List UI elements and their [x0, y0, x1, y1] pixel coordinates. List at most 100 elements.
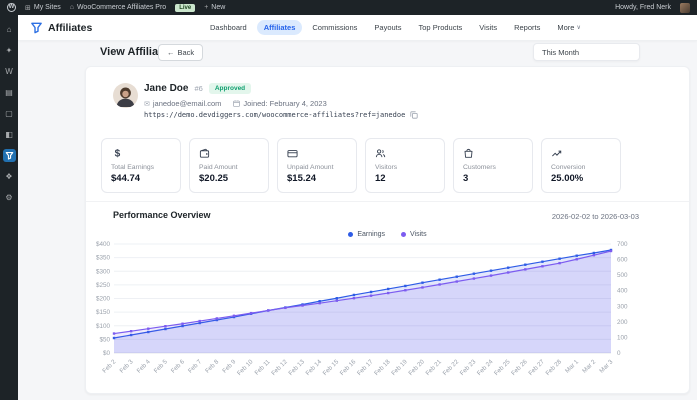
- media-icon[interactable]: ▤: [3, 86, 16, 99]
- svg-text:$300: $300: [96, 268, 111, 275]
- tab-label: More: [557, 23, 574, 32]
- credit-card-icon: [287, 146, 347, 159]
- legend-dot: [348, 232, 353, 237]
- performance-chart[interactable]: $0$50$100$150$200$250$300$350$4000100200…: [94, 241, 679, 391]
- main-nav: Dashboard Affiliates CommissionsPayouts Top…: [203, 20, 588, 35]
- svg-text:Feb 5: Feb 5: [153, 358, 170, 375]
- tab-reports[interactable]: Reports: [507, 20, 547, 35]
- email-item: ✉ janedoe@email.com: [144, 99, 221, 108]
- svg-text:200: 200: [617, 319, 628, 326]
- tab-affiliates[interactable]: Affiliates: [257, 20, 303, 35]
- svg-text:Feb 22: Feb 22: [442, 358, 461, 377]
- svg-text:Mar 2: Mar 2: [581, 358, 598, 375]
- screen: W ⊞ My Sites ⌂ WooCommerce Affiliates Pr…: [0, 0, 697, 400]
- plugins-icon[interactable]: ❖: [3, 170, 16, 183]
- chart-legend: Earnings Visits: [86, 231, 689, 238]
- howdy-menu[interactable]: Howdy, Fred Nerk: [615, 4, 671, 11]
- plugin-header: Affiliates Dashboard Affiliates Commission…: [18, 15, 697, 41]
- svg-text:Feb 6: Feb 6: [170, 358, 187, 375]
- svg-text:$400: $400: [96, 241, 111, 248]
- period-select[interactable]: This Month: [533, 43, 640, 61]
- svg-text:500: 500: [617, 272, 628, 279]
- stat-card-customers: Customers 3: [453, 138, 533, 193]
- svg-text:Feb 21: Feb 21: [424, 358, 443, 377]
- svg-text:$350: $350: [96, 255, 111, 262]
- svg-text:Feb 17: Feb 17: [356, 358, 375, 377]
- copy-icon[interactable]: [410, 111, 418, 119]
- svg-text:Feb 15: Feb 15: [322, 358, 341, 377]
- stat-card-paid-amount: Paid Amount$20.25: [189, 138, 269, 193]
- bag-icon: [463, 146, 523, 159]
- stat-card-total-earnings: $Total Earnings$44.74: [101, 138, 181, 193]
- svg-text:700: 700: [617, 241, 628, 248]
- stat-card-conversion: Conversion 25.00%: [541, 138, 621, 193]
- affiliates-logo-icon: [30, 21, 43, 34]
- new-menu[interactable]: + New: [204, 4, 225, 11]
- svg-text:$0: $0: [103, 350, 111, 357]
- svg-text:Feb 19: Feb 19: [390, 358, 409, 377]
- svg-text:$: $: [115, 149, 121, 159]
- stat-label: Customers: [463, 164, 523, 171]
- settings-icon[interactable]: ⚙: [3, 191, 16, 204]
- tab-payouts[interactable]: Payouts: [367, 20, 408, 35]
- svg-text:Feb 3: Feb 3: [118, 358, 135, 375]
- svg-text:Feb 10: Feb 10: [236, 358, 255, 377]
- section-divider: [86, 201, 689, 202]
- svg-text:Feb 18: Feb 18: [373, 358, 392, 377]
- dashboard-icon[interactable]: ⌂: [3, 23, 16, 36]
- app-title: Affiliates: [48, 22, 92, 34]
- svg-text:100: 100: [617, 334, 628, 341]
- performance-date-range: 2026-02-02 to 2026-03-03: [552, 212, 639, 221]
- legend-dot: [401, 232, 406, 237]
- stat-value: 25.00%: [551, 173, 611, 184]
- woocommerce-icon[interactable]: W: [3, 65, 16, 78]
- performance-title: Performance Overview: [113, 210, 211, 220]
- affiliate-panel: Jane Doe #6 Approved ✉ janedoe@email.com…: [85, 66, 690, 394]
- new-label: New: [211, 4, 225, 11]
- pages-icon[interactable]: ▢: [3, 107, 16, 120]
- chevron-down-icon: ∨: [576, 24, 580, 31]
- admin-bar-left: W ⊞ My Sites ⌂ WooCommerce Affiliates Pr…: [7, 3, 225, 12]
- tab-visits[interactable]: Visits: [472, 20, 504, 35]
- tab-dashboard[interactable]: Dashboard: [203, 20, 254, 35]
- legend-item-earnings[interactable]: Earnings: [348, 231, 385, 238]
- site-menu[interactable]: ⌂ WooCommerce Affiliates Pro: [70, 4, 166, 11]
- users-icon: [375, 146, 435, 159]
- stat-value: $44.74: [111, 173, 171, 184]
- stat-card-unpaid-amount: Unpaid Amount$15.24: [277, 138, 357, 193]
- tab-label: Top Products: [419, 23, 463, 32]
- affiliates-icon[interactable]: [3, 149, 16, 162]
- stat-label: Conversion: [551, 164, 611, 171]
- tab-more[interactable]: More∨: [550, 20, 588, 35]
- back-button[interactable]: ← Back: [158, 44, 203, 61]
- stat-label: Paid Amount: [199, 164, 259, 171]
- my-sites-menu[interactable]: ⊞ My Sites: [25, 4, 61, 12]
- svg-text:$50: $50: [99, 336, 110, 343]
- svg-text:Feb 24: Feb 24: [476, 358, 495, 377]
- tab-label: Visits: [479, 23, 497, 32]
- back-label: Back: [178, 48, 195, 57]
- stat-value: 3: [463, 173, 523, 184]
- svg-text:$200: $200: [96, 296, 111, 303]
- wordpress-logo-icon[interactable]: W: [7, 3, 16, 12]
- my-sites-grid-icon: ⊞: [25, 4, 31, 12]
- admin-sidebar: ⌂ ✦ W ▤ ▢ ◧ ❖ ⚙: [0, 15, 18, 400]
- svg-text:Feb 11: Feb 11: [253, 358, 272, 377]
- svg-text:$150: $150: [96, 309, 111, 316]
- svg-text:Feb 7: Feb 7: [187, 358, 204, 375]
- user-avatar[interactable]: [680, 3, 690, 13]
- svg-text:Mar 3: Mar 3: [598, 358, 615, 375]
- svg-text:$100: $100: [96, 323, 111, 330]
- comments-icon[interactable]: ◧: [3, 128, 16, 141]
- stat-label: Unpaid Amount: [287, 164, 347, 171]
- jetpack-icon[interactable]: ✦: [3, 44, 16, 57]
- svg-text:Feb 2: Feb 2: [101, 358, 118, 375]
- stat-label: Visitors: [375, 164, 435, 171]
- admin-bar: W ⊞ My Sites ⌂ WooCommerce Affiliates Pr…: [0, 0, 697, 15]
- tab-label: Affiliates: [264, 23, 296, 32]
- legend-item-visits[interactable]: Visits: [401, 231, 427, 238]
- tab-top-products[interactable]: Top Products: [412, 20, 470, 35]
- tab-commissions[interactable]: Commissions: [305, 20, 364, 35]
- affiliate-id: #6: [194, 84, 202, 93]
- brand[interactable]: Affiliates: [30, 21, 92, 34]
